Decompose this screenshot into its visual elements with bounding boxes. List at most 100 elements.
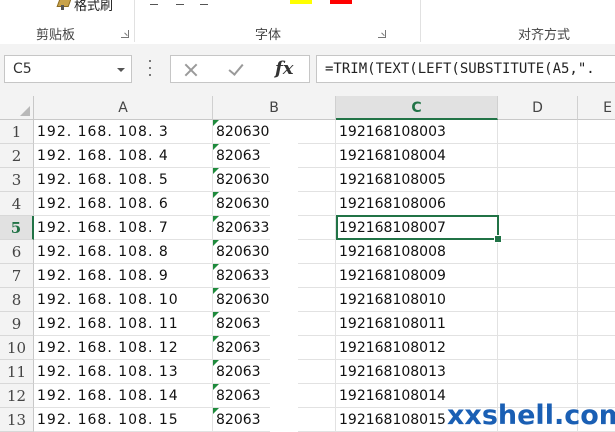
cell-a[interactable]: 192. 168. 108. 13 [34,360,213,384]
cell-c-text: 192168108005 [339,172,446,188]
clipboard-dialog-launcher-icon[interactable] [121,30,129,38]
error-indicator-icon[interactable] [213,408,219,414]
column-header-a[interactable]: A [34,96,213,120]
select-all-button[interactable] [0,96,34,120]
cell-e[interactable] [578,288,615,312]
cell-e[interactable] [578,120,615,144]
cell-a[interactable]: 192. 168. 108. 11 [34,312,213,336]
cell-a[interactable]: 192. 168. 108. 14 [34,384,213,408]
cell-d[interactable] [498,312,578,336]
error-indicator-icon[interactable] [213,240,219,246]
error-indicator-icon[interactable] [213,216,219,222]
row-header[interactable]: 3 [0,168,34,192]
cell-d[interactable] [498,120,578,144]
cell-c[interactable]: 192168108007 [336,216,498,240]
cell-a[interactable]: 192. 168. 108. 6 [34,192,213,216]
checkmark-icon[interactable] [229,61,247,77]
column-header-b[interactable]: B [213,96,336,120]
cell-a[interactable]: 192. 168. 108. 3 [34,120,213,144]
bold-button[interactable] [150,0,158,5]
cell-e[interactable] [578,264,615,288]
cell-d[interactable] [498,360,578,384]
row-header[interactable]: 11 [0,360,34,384]
cell-a-text: 192. 168. 108. 15 [37,412,179,428]
error-indicator-icon[interactable] [213,336,219,342]
error-indicator-icon[interactable] [213,384,219,390]
error-indicator-icon[interactable] [213,264,219,270]
cell-d[interactable] [498,144,578,168]
font-group-label: 字体 [255,28,282,43]
cell-d[interactable] [498,288,578,312]
row-header[interactable]: 1 [0,120,34,144]
italic-button[interactable] [176,0,184,5]
highlight-color-button[interactable] [290,0,312,4]
error-indicator-icon[interactable] [213,168,219,174]
cell-d[interactable] [498,192,578,216]
cell-c[interactable]: 192168108005 [336,168,498,192]
cell-e[interactable] [578,144,615,168]
column-header-d[interactable]: D [498,96,578,120]
row-header[interactable]: 2 [0,144,34,168]
format-painter-button[interactable]: 格式刷 [56,0,113,14]
error-indicator-icon[interactable] [213,192,219,198]
cell-c[interactable]: 192168108013 [336,360,498,384]
error-indicator-icon[interactable] [213,288,219,294]
row-header[interactable]: 7 [0,264,34,288]
row-header[interactable]: 10 [0,336,34,360]
cell-e[interactable] [578,360,615,384]
font-color-button[interactable] [330,0,352,4]
cell-a[interactable]: 192. 168. 108. 15 [34,408,213,432]
cell-a[interactable]: 192. 168. 108. 9 [34,264,213,288]
cell-a[interactable]: 192. 168. 108. 12 [34,336,213,360]
column-header-e[interactable]: E [578,96,615,120]
error-indicator-icon[interactable] [213,144,219,150]
cell-c-text: 192168108003 [339,124,446,140]
cell-c[interactable]: 192168108012 [336,336,498,360]
cell-a[interactable]: 192. 168. 108. 4 [34,144,213,168]
error-indicator-icon[interactable] [213,312,219,318]
cell-d[interactable] [498,336,578,360]
formula-input[interactable]: =TRIM(TEXT(LEFT(SUBSTITUTE(A5,". [316,55,615,83]
cell-c[interactable]: 192168108008 [336,240,498,264]
cell-e[interactable] [578,168,615,192]
insert-function-button[interactable]: fx [275,58,293,79]
row-header[interactable]: 13 [0,408,34,432]
cell-c[interactable]: 192168108004 [336,144,498,168]
cell-e[interactable] [578,312,615,336]
name-box[interactable]: C5 [4,55,132,83]
row-header[interactable]: 12 [0,384,34,408]
row-header[interactable]: 5 [0,216,34,240]
underline-button[interactable] [200,0,208,5]
formula-bar-resize-handle[interactable] [148,60,151,76]
cell-d[interactable] [498,216,578,240]
cell-b-text: 82063 [216,412,261,428]
clipboard-group-label: 剪贴板 [36,28,76,43]
cell-a[interactable]: 192. 168. 108. 8 [34,240,213,264]
cell-c[interactable]: 192168108006 [336,192,498,216]
cell-d[interactable] [498,264,578,288]
cell-c[interactable]: 192168108010 [336,288,498,312]
cell-d[interactable] [498,168,578,192]
cell-a[interactable]: 192. 168. 108. 7 [34,216,213,240]
cell-c[interactable]: 192168108011 [336,312,498,336]
cell-e[interactable] [578,240,615,264]
row-header[interactable]: 9 [0,312,34,336]
font-dialog-launcher-icon[interactable] [378,30,386,38]
cell-a[interactable]: 192. 168. 108. 5 [34,168,213,192]
cell-e[interactable] [578,216,615,240]
cell-d[interactable] [498,240,578,264]
error-indicator-icon[interactable] [213,120,219,126]
column-header-c[interactable]: C [336,96,498,120]
row-header[interactable]: 6 [0,240,34,264]
cell-e[interactable] [578,192,615,216]
cell-c[interactable]: 192168108009 [336,264,498,288]
cell-e[interactable] [578,336,615,360]
error-indicator-icon[interactable] [213,360,219,366]
cell-a[interactable]: 192. 168. 108. 10 [34,288,213,312]
row-header[interactable]: 8 [0,288,34,312]
cell-c-text: 192168108006 [339,196,446,212]
cell-c[interactable]: 192168108003 [336,120,498,144]
chevron-down-icon[interactable] [117,68,125,72]
cancel-icon[interactable] [183,62,199,78]
row-header[interactable]: 4 [0,192,34,216]
